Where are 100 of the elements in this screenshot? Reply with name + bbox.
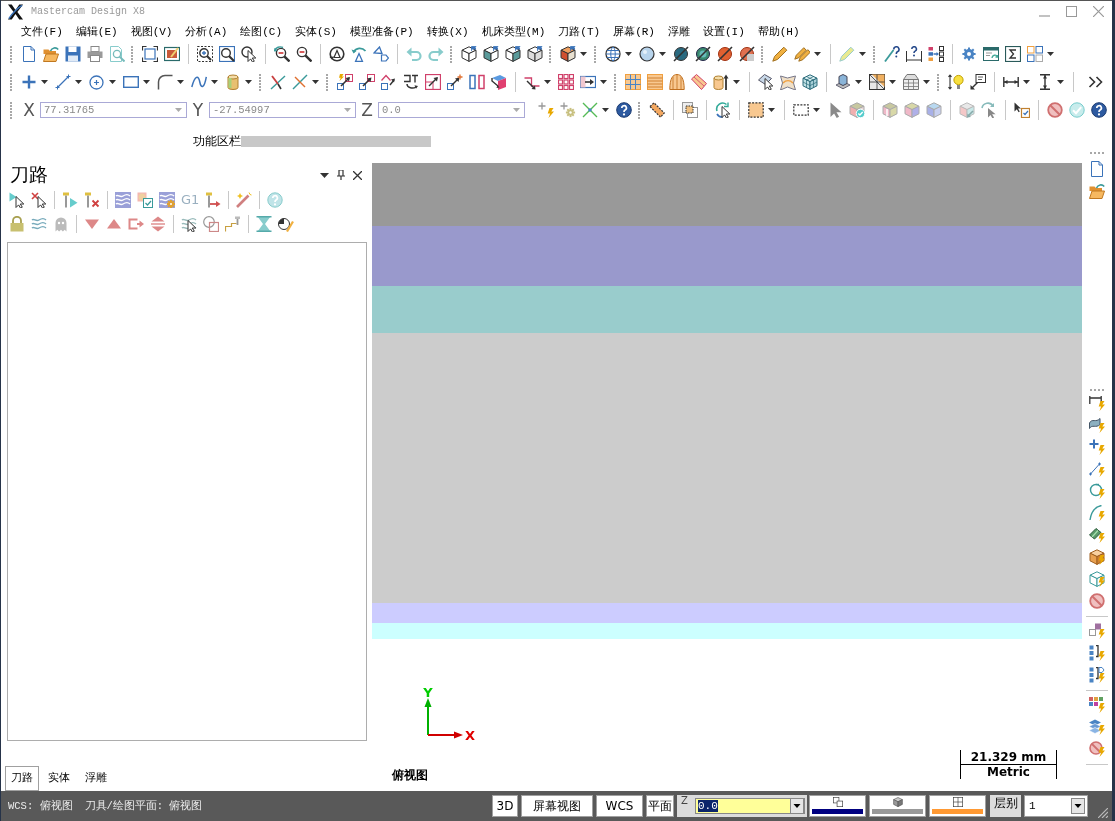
curve-icon[interactable] — [191, 74, 207, 90]
document-icon[interactable] — [21, 46, 37, 62]
stacked-squares-icon[interactable] — [832, 797, 843, 807]
curve-bolt-icon[interactable] — [1089, 505, 1105, 521]
dashed-square-icon[interactable] — [748, 102, 764, 118]
wire-cube-bolt-icon[interactable] — [1089, 571, 1105, 587]
dashed-shape-icon[interactable] — [649, 102, 665, 118]
squares-arrow-icon[interactable] — [337, 74, 353, 90]
horizontal-dimension-icon[interactable] — [1003, 74, 1019, 90]
plus-bolt-icon[interactable] — [1089, 439, 1105, 455]
caret-icon[interactable] — [600, 80, 607, 84]
attribute-button[interactable] — [809, 795, 866, 817]
caret-icon[interactable] — [109, 80, 116, 84]
bulb-icon[interactable] — [948, 74, 964, 90]
mesh-cube-icon[interactable] — [802, 74, 818, 90]
color-grid-bolt-icon[interactable] — [1089, 697, 1105, 713]
z-depth-field[interactable]: 0.0 — [695, 798, 805, 814]
mirror-rectangles-icon[interactable] — [469, 74, 485, 90]
menu-item[interactable]: 刀路(T) — [552, 22, 607, 40]
corner-arrow-icon[interactable] — [524, 74, 540, 90]
sphere-slash-icon[interactable] — [673, 46, 689, 62]
vertical-dimension-icon[interactable] — [1037, 74, 1053, 90]
play-cursor-icon[interactable] — [9, 192, 25, 208]
frame-arrow-icon[interactable] — [580, 74, 596, 90]
up-down-arrows-icon[interactable] — [150, 216, 166, 232]
panel-tab[interactable]: 浮雕 — [79, 766, 113, 791]
close-icon[interactable] — [353, 170, 362, 180]
level-field[interactable]: 1 — [1024, 795, 1088, 817]
circle-square-icon[interactable] — [203, 216, 219, 232]
triangle-arrow-icon[interactable] — [381, 74, 397, 90]
squares-bolt-icon[interactable] — [1089, 623, 1105, 639]
magnifier-cursor-icon[interactable] — [241, 46, 257, 62]
wire-cube-flag-icon[interactable] — [461, 46, 477, 62]
caret-icon[interactable] — [859, 52, 866, 56]
lock-icon[interactable] — [9, 216, 25, 232]
dashed-rectangle-icon[interactable] — [793, 102, 809, 118]
sphere-slash-icon[interactable] — [717, 46, 733, 62]
grid-icon[interactable] — [952, 797, 963, 807]
square-arrow-icon[interactable] — [425, 74, 441, 90]
line-question-icon[interactable] — [884, 46, 900, 62]
wire-cube-flag-icon[interactable] — [527, 46, 543, 62]
menu-item[interactable]: 浮雕 — [661, 22, 696, 40]
help-icon[interactable] — [616, 102, 632, 118]
menu-item[interactable]: 设置(I) — [696, 22, 751, 40]
rotate-cursor-icon[interactable] — [715, 102, 731, 118]
menu-item[interactable]: 视图(V) — [124, 22, 179, 40]
circle-bolt-icon[interactable] — [1089, 483, 1105, 499]
wand-icon[interactable] — [236, 192, 253, 208]
no-sign-icon[interactable] — [1047, 102, 1063, 118]
hourglass-icon[interactable] — [256, 216, 272, 232]
cursor-clipboard-icon[interactable] — [1014, 102, 1030, 118]
menu-item[interactable]: 屏幕(R) — [607, 22, 661, 40]
menu-item[interactable]: 编辑(E) — [69, 22, 124, 40]
bracket-arrow-icon[interactable] — [403, 74, 419, 90]
caret-icon[interactable] — [580, 52, 587, 56]
cube-flag-icon[interactable] — [560, 46, 576, 62]
menu-item[interactable]: 文件(F) — [15, 22, 69, 40]
list-bolt-icon[interactable] — [1089, 645, 1105, 661]
magnifier-plus-icon[interactable] — [197, 46, 213, 62]
panel-tab[interactable]: 刀路 — [5, 766, 39, 791]
dome-icon[interactable] — [669, 74, 685, 90]
tool-step-icon[interactable] — [225, 216, 241, 232]
triangle-tag-icon[interactable] — [373, 46, 389, 62]
magnifier-box-icon[interactable] — [219, 46, 235, 62]
globe-icon[interactable] — [605, 46, 621, 62]
menu-item[interactable]: 绘图(C) — [234, 22, 289, 40]
curved-arrow-triangle-icon[interactable] — [351, 46, 367, 62]
squares-arrow-icon[interactable] — [359, 74, 375, 90]
fillet-surface-icon[interactable] — [780, 74, 796, 90]
pin-icon[interactable] — [337, 170, 345, 180]
pencils-icon[interactable] — [794, 46, 810, 62]
status-button[interactable]: WCS — [596, 795, 643, 817]
split-square-icon[interactable] — [869, 74, 885, 90]
line-icon[interactable] — [55, 74, 71, 90]
waves-cursor-icon[interactable] — [181, 216, 197, 232]
caret-icon[interactable] — [889, 80, 896, 84]
caret-icon[interactable] — [855, 80, 862, 84]
caret-icon[interactable] — [245, 80, 252, 84]
dot-arrow-icon[interactable] — [447, 74, 463, 90]
waves-icon[interactable] — [31, 216, 47, 232]
caret-icon[interactable] — [768, 108, 775, 112]
document-check-icon[interactable] — [137, 192, 153, 208]
no-sign-bolt-icon[interactable] — [1089, 741, 1105, 757]
overlapping-squares-icon[interactable] — [682, 102, 698, 118]
caret-icon[interactable] — [813, 108, 820, 112]
cube-icon[interactable] — [892, 797, 903, 807]
status-button[interactable]: 屏幕视图 — [521, 795, 593, 817]
cursor-arrow-icon[interactable] — [981, 102, 997, 118]
cube-check-icon[interactable] — [849, 102, 865, 118]
layered-table-icon[interactable] — [903, 74, 919, 90]
wire-cube-flag-icon[interactable] — [505, 46, 521, 62]
status-button[interactable]: 3D — [492, 795, 518, 817]
sphere-icon[interactable] — [639, 46, 655, 62]
cylinder-arrow-icon[interactable] — [713, 74, 729, 90]
cube-arrow-icon[interactable] — [959, 102, 975, 118]
sum-icon[interactable] — [1005, 46, 1021, 62]
tool-cross-icon[interactable] — [84, 192, 100, 208]
arc-icon[interactable] — [157, 74, 173, 90]
gear-icon[interactable] — [961, 46, 977, 62]
circle-icon[interactable] — [89, 74, 105, 90]
